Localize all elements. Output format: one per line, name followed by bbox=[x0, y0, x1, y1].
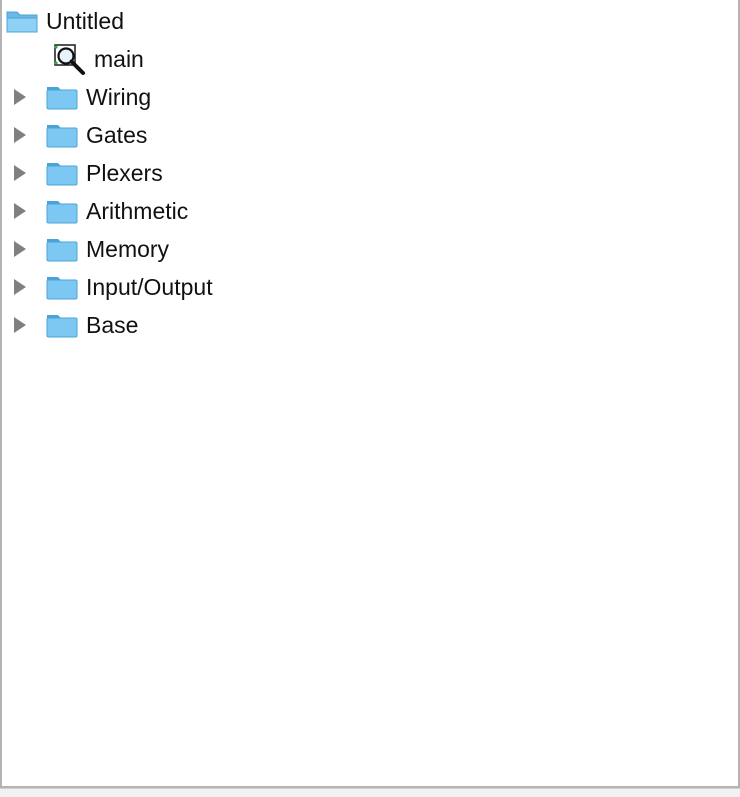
folder-icon bbox=[46, 163, 78, 186]
magnifier-circuit-icon bbox=[54, 44, 85, 75]
folder-icon bbox=[46, 201, 78, 224]
folder-icon bbox=[46, 87, 78, 110]
folder-open-icon bbox=[6, 11, 38, 33]
expand-triangle-icon[interactable] bbox=[14, 279, 26, 295]
folder-icon bbox=[46, 315, 78, 338]
tree-root-label: Untitled bbox=[46, 8, 124, 34]
tree-item-library-label: Input/Output bbox=[86, 274, 213, 300]
expand-triangle-icon[interactable] bbox=[14, 165, 26, 181]
explorer-tree-panel: Untitled main Wiring Gates Plexers Arithmet… bbox=[0, 0, 740, 788]
tree-root-untitled[interactable]: Untitled bbox=[2, 2, 738, 40]
folder-icon bbox=[46, 277, 78, 300]
tree-item-library-label: Base bbox=[86, 312, 139, 338]
expand-triangle-icon[interactable] bbox=[14, 317, 26, 333]
tree-item-main-label: main bbox=[94, 46, 144, 72]
folder-icon bbox=[46, 239, 78, 262]
folder-icon bbox=[46, 125, 78, 148]
tree-item-library[interactable]: Plexers bbox=[2, 154, 738, 192]
expand-triangle-icon[interactable] bbox=[14, 203, 26, 219]
tree-item-library[interactable]: Arithmetic bbox=[2, 192, 738, 230]
tree-item-library-label: Gates bbox=[86, 122, 148, 148]
tree-item-library-label: Wiring bbox=[86, 84, 152, 110]
expand-triangle-icon[interactable] bbox=[14, 127, 26, 143]
tree-item-library[interactable]: Memory bbox=[2, 230, 738, 268]
tree-item-library[interactable]: Base bbox=[2, 306, 738, 344]
expand-triangle-icon[interactable] bbox=[14, 89, 26, 105]
tree-item-library[interactable]: Wiring bbox=[2, 78, 738, 116]
tree-item-library[interactable]: Input/Output bbox=[2, 268, 738, 306]
tree-item-library-label: Memory bbox=[86, 236, 170, 262]
tree-item-main-circuit[interactable]: main bbox=[2, 40, 738, 78]
tree-item-library[interactable]: Gates bbox=[2, 116, 738, 154]
tree-item-library-label: Plexers bbox=[86, 160, 163, 186]
expand-triangle-icon[interactable] bbox=[14, 241, 26, 257]
tree-item-library-label: Arithmetic bbox=[86, 198, 189, 224]
